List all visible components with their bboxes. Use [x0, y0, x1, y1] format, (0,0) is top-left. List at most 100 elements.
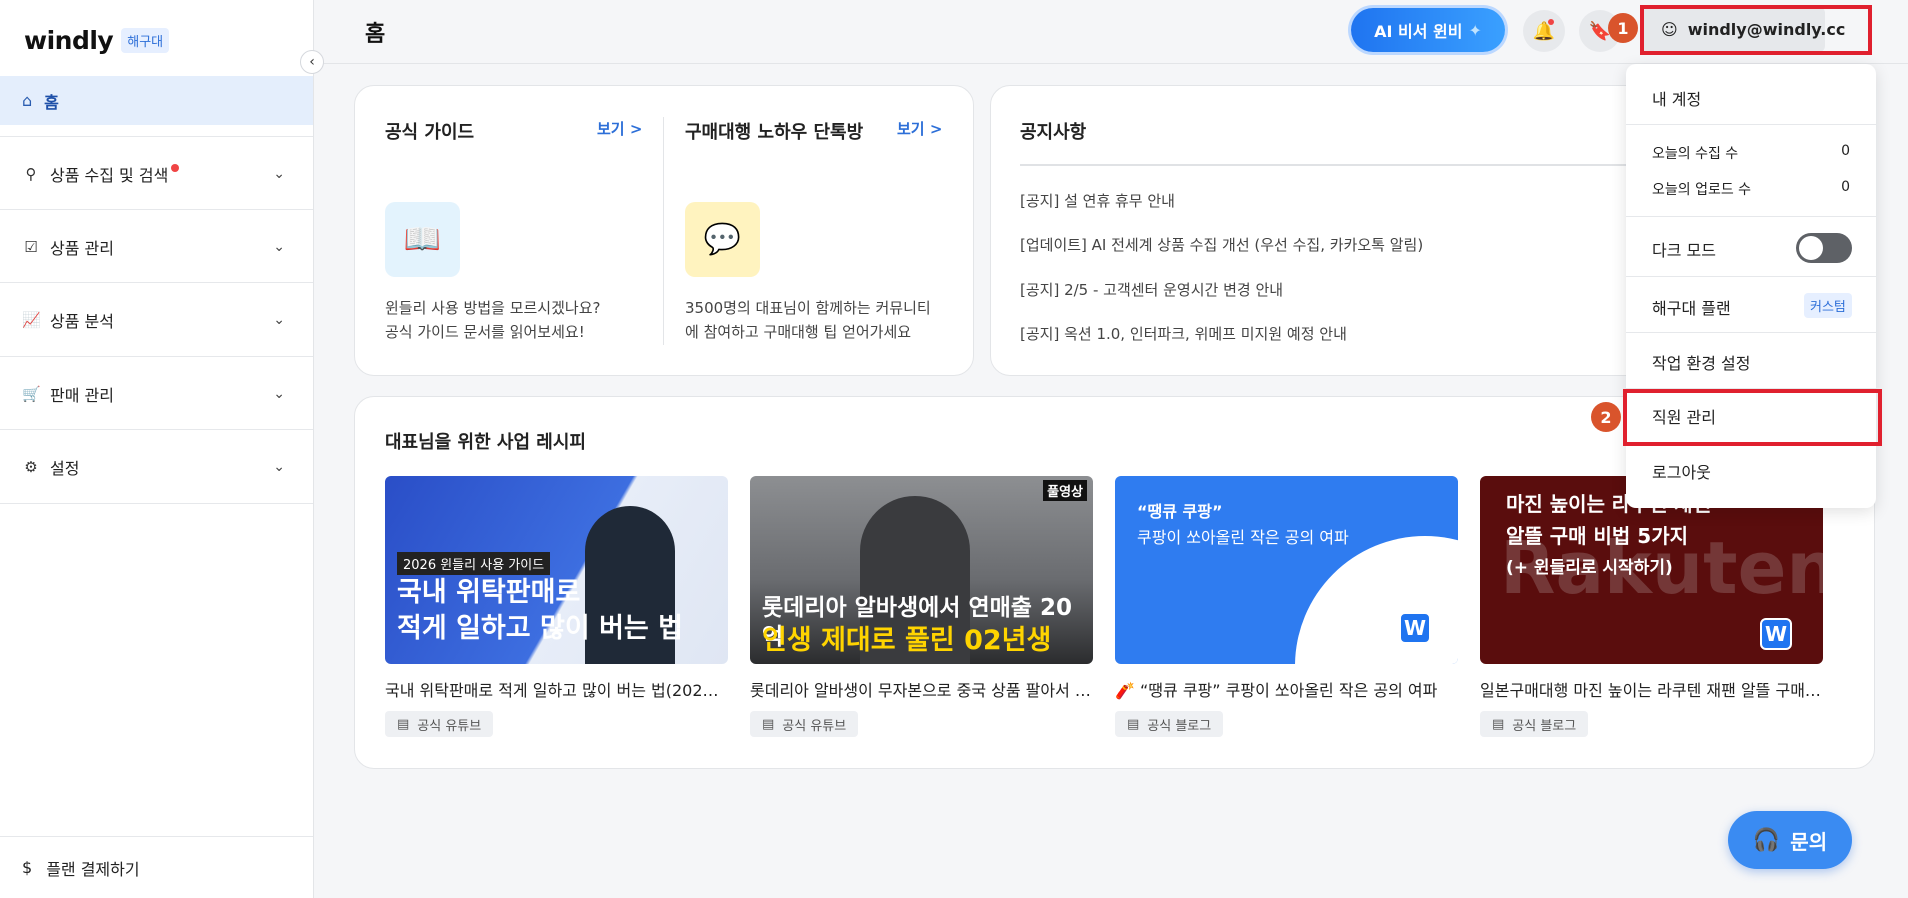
highlight-user-menu [1640, 5, 1872, 55]
chat-desc-line-1: 3500명의 대표님이 함께하는 커뮤니티 [685, 299, 931, 317]
thumb-tag: 2026 윈들리 사용 가이드 [397, 552, 551, 575]
document-icon: ▤ [1127, 716, 1140, 732]
menu-divider [1626, 216, 1876, 217]
thumb-line-1: 국내 위탁판매로 [397, 577, 581, 608]
decorative-circle [1295, 536, 1458, 664]
dark-mode-toggle[interactable] [1796, 233, 1852, 263]
notice-item[interactable]: [공지] 옥션 1.0, 인터파크, 위메프 미지원 예정 안내 [1020, 323, 1347, 344]
notices-divider [1020, 164, 1680, 166]
sidebar-item-label: 상품 수집 및 검색 [50, 165, 169, 185]
chat-icon[interactable]: 💬 [685, 202, 760, 277]
source-label: 공식 유튜브 [417, 718, 482, 734]
video-caption[interactable]: 일본구매대행 마진 높이는 라쿠텐 재팬 알뜰 구매 비법 5가지 [1480, 677, 1823, 701]
menu-item-logout[interactable]: 로그아웃 [1652, 459, 1711, 483]
chevron-down-icon: ⌄ [273, 238, 285, 255]
sidebar-divider [0, 503, 313, 504]
book-icon[interactable]: 📖 [385, 202, 460, 277]
video-caption[interactable]: 국내 위탁판매로 적게 일하고 많이 버는 법(2026 윈들리 사용 가이드) [385, 677, 728, 701]
sidebar-item-collect-search[interactable]: ⚲ 상품 수집 및 검색 ⌄ [0, 136, 313, 210]
source-label: 공식 유튜브 [782, 718, 847, 734]
windly-w-badge: W [1399, 612, 1431, 644]
guide-view-link[interactable]: 보기 > [597, 118, 642, 139]
thumb-line-3: (+ 윈들리로 시작하기) [1506, 558, 1673, 578]
chevron-down-icon: ⌄ [273, 311, 285, 328]
home-icon: ⌂ [22, 91, 33, 110]
highlight-staff-manage [1623, 389, 1882, 446]
sidebar-item-settings[interactable]: ⚙ 설정 ⌄ [0, 429, 313, 503]
search-icon: ⚲ [25, 164, 37, 183]
chat-desc-line-2: 에 참여하고 구매대행 팁 얻어가세요 [685, 323, 912, 341]
windly-logo[interactable]: windly [24, 26, 114, 55]
sidebar-item-product-manage[interactable]: ☑ 상품 관리 ⌄ [0, 209, 313, 283]
thumb-line-2: 인생 제대로 풀린 02년생 [762, 625, 1052, 656]
step-badge-2: 2 [1591, 402, 1621, 432]
sidebar-item-label: 홈 [44, 92, 59, 112]
sidebar-item-label: 설정 [50, 458, 80, 478]
plan-label: 해구대 플랜 [1652, 299, 1731, 318]
thumb-tag: 풀영상 [1043, 480, 1087, 501]
collect-count-value: 0 [1841, 143, 1850, 159]
sidebar-item-product-analysis[interactable]: 📈 상품 분석 ⌄ [0, 282, 313, 356]
ai-assistant-button[interactable]: AI 비서 윈비 ✦ [1351, 8, 1505, 52]
menu-divider [1626, 276, 1876, 277]
document-icon: ▤ [762, 716, 775, 732]
notice-item[interactable]: [업데이트] AI 전세계 상품 수집 개선 (우선 수집, 카카오톡 알림) [1020, 234, 1423, 255]
chevron-down-icon: ⌄ [273, 165, 285, 182]
plan-pay-label: 플랜 결제하기 [46, 859, 140, 879]
inquiry-button[interactable]: 🎧 문의 [1728, 811, 1852, 869]
recipes-title: 대표님을 위한 사업 레시피 [385, 432, 586, 453]
windly-w-badge: W [1760, 618, 1792, 650]
video-caption[interactable]: 🧨 “땡큐 쿠팡” 쿠팡이 쏘아올린 작은 공의 여파 [1115, 677, 1458, 701]
document-icon: ▤ [397, 716, 410, 732]
plan-badge: 해구대 [121, 28, 170, 53]
video-thumbnail[interactable]: 풀영상 롯데리아 알바생에서 연매출 20억 인생 제대로 풀린 02년생 [750, 476, 1093, 664]
sidebar-item-label: 상품 분석 [50, 311, 114, 331]
guide-divider [663, 117, 664, 345]
upload-count-value: 0 [1841, 179, 1850, 195]
sparkle-icon: ✦ [1468, 20, 1482, 40]
thumb-line-2: 쿠팡이 쏘아올린 작은 공의 여파 [1137, 528, 1349, 547]
ai-assistant-label: AI 비서 윈비 [1374, 22, 1463, 41]
chart-icon: 📈 [22, 310, 41, 329]
source-label: 공식 블로그 [1512, 718, 1577, 734]
inquiry-label: 문의 [1790, 829, 1828, 854]
source-tag: ▤ 공식 유튜브 [385, 711, 494, 737]
headset-icon: 🎧 [1752, 827, 1781, 853]
collapse-sidebar-button[interactable]: ‹ [300, 50, 324, 74]
sidebar-item-home[interactable]: ⌂ 홈 [0, 76, 313, 125]
step-badge-1: 1 [1608, 13, 1638, 43]
video-thumbnail[interactable]: 2026 윈들리 사용 가이드 국내 위탁판매로 적게 일하고 많이 버는 법 [385, 476, 728, 664]
toggle-knob [1799, 236, 1823, 260]
chevron-down-icon: ⌄ [273, 458, 285, 475]
notices-title: 공지사항 [1020, 122, 1087, 143]
sidebar-item-sales-manage[interactable]: 🛒 판매 관리 ⌄ [0, 356, 313, 430]
notification-dot [171, 163, 180, 172]
chat-title: 구매대행 노하우 단톡방 [685, 122, 864, 143]
logo-row[interactable]: windly 해구대 [24, 26, 170, 55]
plan-pay-button[interactable]: $ 플랜 결제하기 [0, 836, 313, 898]
chevron-down-icon: ⌄ [273, 385, 285, 402]
video-thumbnail[interactable]: “땡큐 쿠팡” 쿠팡이 쏘아올린 작은 공의 여파 W [1115, 476, 1458, 664]
upload-count-label: 오늘의 업로드 수 [1652, 182, 1752, 198]
gear-icon: ⚙ [24, 457, 38, 476]
chat-view-link[interactable]: 보기 > [897, 118, 942, 139]
thumb-line-1: “땡큐 쿠팡” [1137, 502, 1223, 521]
thumb-line-2: 알뜰 구매 비법 5가지 [1506, 524, 1689, 548]
thumb-line-2: 적게 일하고 많이 버는 법 [397, 613, 683, 644]
guide-title: 공식 가이드 [385, 122, 475, 143]
source-tag: ▤ 공식 유튜브 [750, 711, 859, 737]
source-label: 공식 블로그 [1147, 718, 1212, 734]
sidebar-item-label: 상품 관리 [50, 238, 114, 258]
notice-item[interactable]: [공지] 2/5 - 고객센터 운영시간 변경 안내 [1020, 279, 1283, 300]
notice-item[interactable]: [공지] 설 연휴 휴무 안내 [1020, 190, 1175, 211]
dollar-icon: $ [22, 858, 33, 877]
video-caption[interactable]: 롯데리아 알바생이 무자본으로 중국 상품 팔아서 연매출 20억 [750, 677, 1093, 701]
menu-item-my-account[interactable]: 내 계정 [1652, 86, 1701, 110]
guide-desc-line-1: 윈들리 사용 방법을 모르시겠나요? [385, 299, 601, 317]
page-title: 홈 [365, 22, 386, 47]
dark-mode-label: 다크 모드 [1652, 241, 1716, 260]
menu-item-work-env[interactable]: 작업 환경 설정 [1652, 350, 1751, 374]
notification-button[interactable]: 🔔 [1523, 10, 1565, 52]
source-tag: ▤ 공식 블로그 [1480, 711, 1589, 737]
collect-count-label: 오늘의 수집 수 [1652, 146, 1739, 162]
